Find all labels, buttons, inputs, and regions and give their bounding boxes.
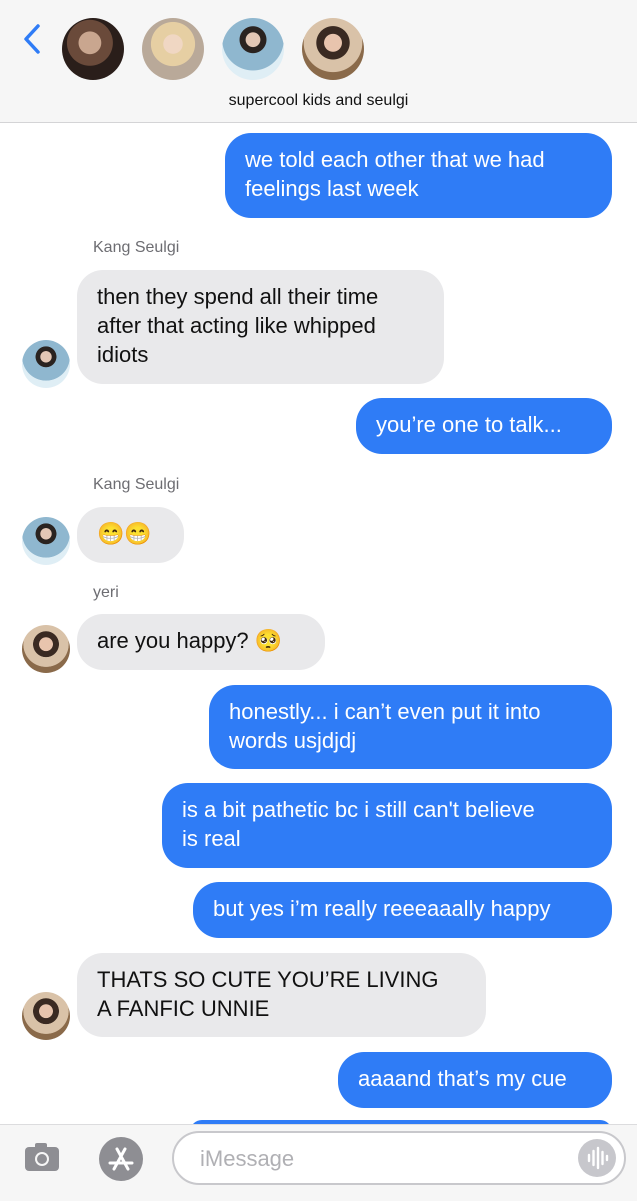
avatar <box>22 340 70 388</box>
message-composer[interactable] <box>172 1131 626 1185</box>
camera-button[interactable] <box>22 1137 62 1177</box>
conversation-header: supercool kids and seulgi <box>0 0 637 123</box>
apps-button[interactable] <box>97 1135 145 1183</box>
sender-name: Kang Seulgi <box>93 476 180 493</box>
avatar <box>62 18 124 80</box>
audio-waveform-icon <box>587 1146 609 1170</box>
avatar <box>22 517 70 565</box>
outgoing-message[interactable]: you’re one to talk... <box>356 398 612 454</box>
outgoing-message[interactable]: aaaand that’s my cue <box>338 1052 612 1108</box>
avatar <box>142 18 204 80</box>
back-button[interactable] <box>18 22 50 56</box>
avatar <box>22 992 70 1040</box>
avatar <box>302 18 364 80</box>
outgoing-message[interactable]: honestly... i can’t even put it into wor… <box>209 685 612 769</box>
outgoing-message[interactable]: is a bit pathetic bc i still can't belie… <box>162 783 612 868</box>
outgoing-message[interactable]: we told each other that we had feelings … <box>225 133 612 218</box>
sender-name: Kang Seulgi <box>93 239 180 256</box>
incoming-message[interactable]: are you happy? 🥺 <box>77 614 325 670</box>
audio-button[interactable] <box>578 1139 616 1177</box>
app-store-icon <box>99 1137 143 1181</box>
incoming-message[interactable]: then they spend all their time after tha… <box>77 270 444 384</box>
avatar <box>22 625 70 673</box>
incoming-message[interactable]: THATS SO CUTE YOU’RE LIVING A FANFIC UNN… <box>77 953 486 1037</box>
camera-icon <box>25 1143 59 1171</box>
incoming-message[interactable]: 😁😁 <box>77 507 184 563</box>
message-input[interactable] <box>198 1144 562 1174</box>
sender-name: yeri <box>93 584 119 601</box>
outgoing-message[interactable]: but yes i’m really reeeaaally happy <box>193 882 612 938</box>
avatar <box>222 18 284 80</box>
group-name[interactable]: supercool kids and seulgi <box>0 92 637 110</box>
chevron-left-icon <box>24 24 40 54</box>
